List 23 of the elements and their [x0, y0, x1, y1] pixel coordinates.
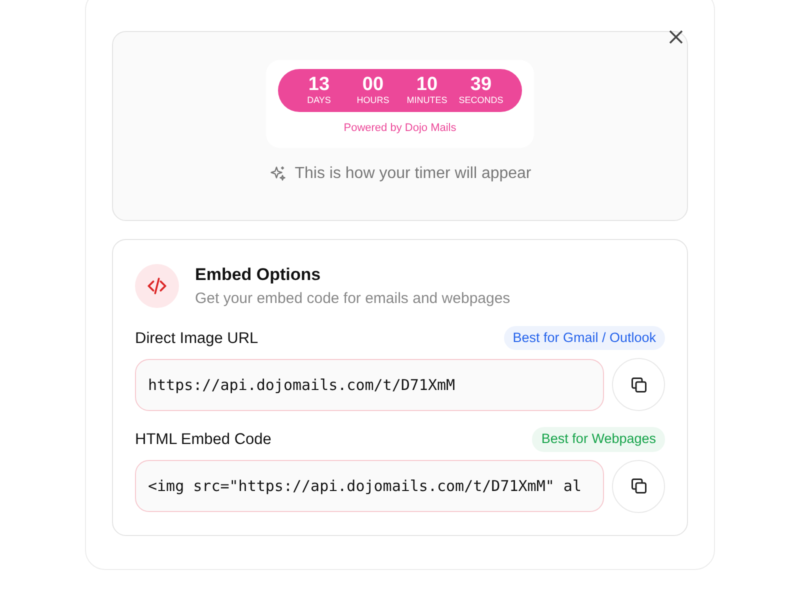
timer-unit: MINUTES: [406, 96, 448, 106]
timer-value: 39: [469, 75, 493, 96]
copy-icon: [630, 376, 648, 394]
code-icon: [135, 264, 179, 308]
timer-unit: SECONDS: [458, 96, 504, 106]
copy-icon: [630, 477, 648, 495]
timer-value: 10: [415, 75, 439, 96]
code-field[interactable]: <img src="https://api.dojomails.com/t/D71XmM" al: [135, 460, 604, 512]
code-field[interactable]: https://api.dojomails.com/t/D71XmM: [135, 358, 604, 411]
timer-value: 13: [307, 75, 331, 96]
section-subtitle: Get your embed code for emails and webpages: [195, 288, 510, 308]
timer-unit: HOURS: [356, 96, 390, 106]
field-label: Direct Image URL: [135, 328, 258, 348]
timer-unit: DAYS: [306, 96, 332, 106]
recommendation-tag: Best for Gmail / Outlook: [504, 326, 665, 350]
preview-caption: This is how your timer will appear: [294, 164, 532, 184]
timer-value: 00: [361, 75, 385, 96]
field-label: HTML Embed Code: [135, 430, 272, 450]
powered-by-text: Powered by Dojo Mails: [344, 120, 456, 136]
close-icon: [668, 28, 684, 45]
sparkle-icon: [268, 165, 287, 184]
section-title: Embed Options: [195, 264, 322, 286]
recommendation-tag: Best for Webpages: [532, 427, 665, 452]
